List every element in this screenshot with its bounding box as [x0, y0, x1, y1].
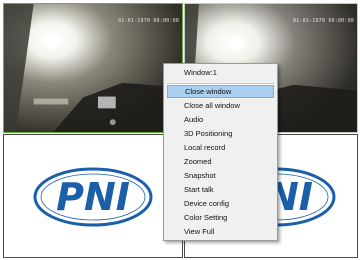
menu-item-local-record[interactable]: Local record: [167, 141, 274, 154]
menu-item-zoomed[interactable]: Zoomed: [167, 155, 274, 168]
pni-logo-3: PNI: [33, 167, 153, 227]
video-window-3[interactable]: PNI: [3, 134, 183, 258]
menu-item-color-setting[interactable]: Color Setting: [167, 211, 274, 224]
osd-timestamp: 01-01-1970 00:00:00: [293, 18, 354, 24]
menu-item-close-all-window[interactable]: Close all window: [167, 99, 274, 112]
video-window-1[interactable]: 01-01-1970 00:00:00: [3, 3, 183, 133]
menu-item-close-window[interactable]: Close window: [167, 85, 274, 98]
menu-item-3d-positioning[interactable]: 3D Positioning: [167, 127, 274, 140]
menu-item-audio[interactable]: Audio: [167, 113, 274, 126]
osd-timestamp: 01-01-1970 00:00:00: [118, 18, 179, 24]
menu-item-device-config[interactable]: Device config: [167, 197, 274, 210]
window-context-menu: Window:1 Close window Close all window A…: [163, 63, 278, 241]
menu-item-start-talk[interactable]: Start talk: [167, 183, 274, 196]
menu-item-snapshot[interactable]: Snapshot: [167, 169, 274, 182]
menu-title: Window:1: [184, 68, 217, 77]
menu-item-view-full[interactable]: View Full: [167, 225, 274, 238]
logo-text: PNI: [56, 175, 130, 219]
